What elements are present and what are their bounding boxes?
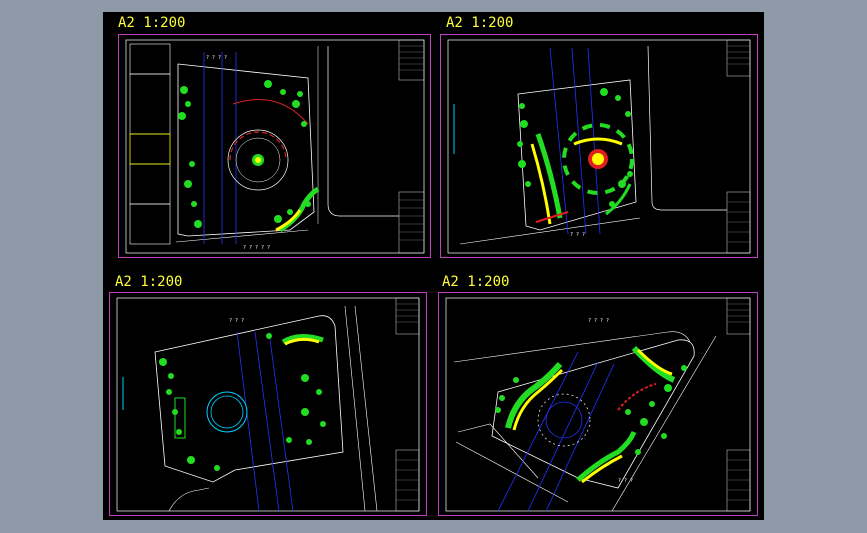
sheet-4-plan: ? ? ? ? ? ? ? [438, 292, 758, 516]
sheet-4-label: A2 1:200 [442, 274, 510, 290]
sheet-2-label: A2 1:200 [446, 15, 514, 31]
sheet-1-label: A2 1:200 [118, 15, 186, 31]
svg-text:? ? ?: ? ? ? [570, 232, 585, 238]
sheet-4[interactable]: ? ? ? ? ? ? ? [438, 292, 758, 516]
sheet-2[interactable]: ? ? ? [440, 34, 758, 258]
svg-text:? ? ?: ? ? ? [618, 478, 633, 484]
sheet-3-label: A2 1:200 [115, 274, 183, 290]
svg-text:? ? ? ?: ? ? ? ? [588, 318, 609, 324]
sheet-1-plan: ? ? ? ? ? ? ? ? ? [118, 34, 431, 258]
sheet-2-plan: ? ? ? [440, 34, 758, 258]
cad-viewport[interactable]: A2 1:200 ? ? ? ? ? ? ? ? ? A2 1:200 ? ? … [103, 12, 764, 520]
svg-text:? ? ?: ? ? ? [229, 318, 244, 324]
svg-text:? ? ? ?: ? ? ? ? [206, 55, 227, 61]
sheet-1[interactable]: ? ? ? ? ? ? ? ? ? [118, 34, 431, 258]
sheet-3[interactable]: ? ? ? [109, 292, 427, 516]
svg-text:? ? ? ? ?: ? ? ? ? ? [243, 245, 270, 251]
sheet-3-plan: ? ? ? [109, 292, 427, 516]
